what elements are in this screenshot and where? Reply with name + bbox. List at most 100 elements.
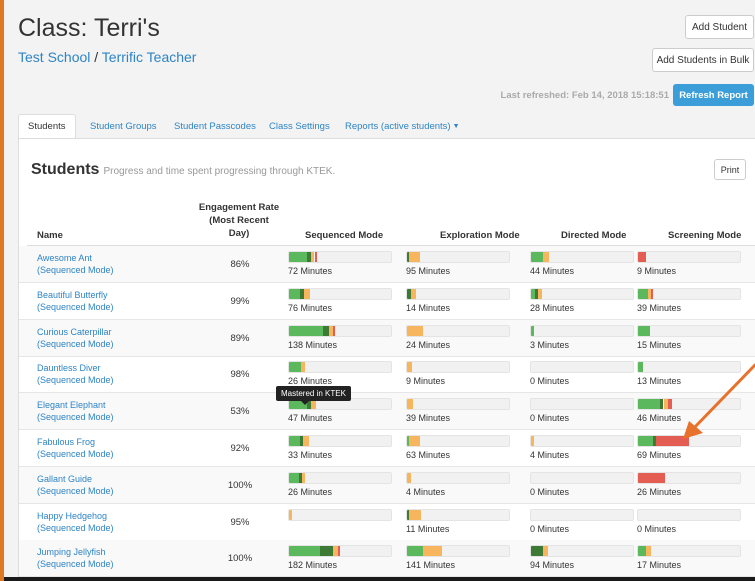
directed-progress-bar[interactable]	[530, 545, 634, 558]
tab-reports[interactable]: Reports (active students) ▼	[345, 114, 460, 139]
exploration-mode-cell: 11 Minutes	[406, 507, 510, 537]
bar-segment-orange	[411, 288, 417, 299]
directed-progress-bar[interactable]	[530, 287, 634, 300]
bar-segment-dark-green	[319, 546, 333, 557]
directed-minutes: 0 Minutes	[530, 376, 570, 387]
exploration-mode-cell: 9 Minutes	[406, 359, 510, 389]
tab-student-groups[interactable]: Student Groups	[90, 114, 157, 139]
directed-mode-cell: 0 Minutes	[530, 470, 634, 500]
add-student-button[interactable]: Add Student	[685, 15, 754, 39]
bar-segment-orange	[543, 252, 550, 262]
add-students-bulk-button[interactable]: Add Students in Bulk	[652, 48, 754, 72]
bar-segment-green	[289, 546, 320, 557]
exploration-progress-bar[interactable]	[406, 287, 510, 300]
student-name-link[interactable]: Fabulous Frog (Sequenced Mode)	[37, 436, 114, 460]
tab-students[interactable]: Students	[18, 114, 76, 139]
sequenced-mode-cell: 72 Minutes	[288, 249, 392, 279]
bar-segment-green	[638, 288, 649, 299]
directed-minutes: 0 Minutes	[530, 486, 570, 497]
sequenced-progress-bar[interactable]	[288, 471, 392, 484]
exploration-progress-bar[interactable]	[406, 508, 510, 521]
sequenced-progress-bar[interactable]	[288, 545, 392, 558]
refresh-report-button[interactable]: Refresh Report	[673, 84, 754, 106]
column-header-sequenced[interactable]: Sequenced Mode	[305, 230, 383, 241]
sequenced-progress-bar[interactable]	[288, 361, 392, 374]
column-header-directed[interactable]: Directed Mode	[561, 230, 626, 241]
student-name-link[interactable]: Dauntless Diver (Sequenced Mode)	[37, 362, 114, 386]
breadcrumb-separator: /	[90, 49, 102, 65]
screening-progress-bar[interactable]	[637, 251, 741, 263]
sequenced-progress-bar[interactable]	[288, 287, 392, 300]
bar-segment-green	[289, 288, 301, 299]
screening-mode-cell: 26 Minutes	[637, 470, 741, 500]
sequenced-minutes: 33 Minutes	[288, 450, 333, 460]
bar-segment-orange	[303, 436, 310, 446]
screening-progress-bar[interactable]	[637, 287, 741, 300]
bar-segment-orange	[407, 325, 424, 336]
sequenced-progress-bar[interactable]	[288, 251, 392, 263]
screening-minutes: 0 Minutes	[637, 523, 677, 534]
student-name-link[interactable]: Gallant Guide (Sequenced Mode)	[37, 473, 114, 497]
sequenced-minutes: 138 Minutes	[288, 339, 338, 350]
table-row: Fabulous Frog (Sequenced Mode) 92% 33 Minut…	[19, 430, 755, 467]
sequenced-progress-bar[interactable]	[288, 435, 392, 447]
directed-minutes: 44 Minutes	[530, 266, 575, 276]
engagement-header-line-1: Engagement Rate	[198, 202, 280, 213]
student-name-link[interactable]: Beautiful Butterfly (Sequenced Mode)	[37, 289, 114, 313]
panel-title-text: Students	[31, 161, 100, 178]
student-name-link[interactable]: Awesome Ant (Sequenced Mode)	[37, 252, 114, 276]
directed-progress-bar[interactable]	[530, 508, 634, 521]
exploration-progress-bar[interactable]	[406, 361, 510, 374]
exploration-progress-bar[interactable]	[406, 324, 510, 337]
sequenced-progress-bar[interactable]	[288, 324, 392, 337]
student-name-link[interactable]: Elegant Elephant (Sequenced Mode)	[37, 399, 114, 423]
engagement-rate: 86%	[230, 259, 250, 270]
school-link[interactable]: Test School	[18, 49, 90, 65]
directed-progress-bar[interactable]	[530, 251, 634, 263]
tab-class-settings[interactable]: Class Settings	[269, 114, 330, 139]
directed-progress-bar[interactable]	[530, 471, 634, 484]
directed-progress-bar[interactable]	[530, 435, 634, 447]
student-name-link[interactable]: Jumping Jellyfish (Sequenced Mode)	[37, 546, 114, 570]
column-header-engagement[interactable]: Engagement Rate (Most Recent Day)	[194, 201, 284, 240]
directed-progress-bar[interactable]	[530, 361, 634, 374]
page-title: Class: Terri's	[18, 14, 160, 42]
student-mode: (Sequenced Mode)	[37, 265, 114, 275]
directed-mode-cell: 0 Minutes	[530, 359, 634, 389]
exploration-progress-bar[interactable]	[406, 545, 510, 558]
exploration-progress-bar[interactable]	[406, 435, 510, 447]
sequenced-mode-cell: 138 Minutes	[288, 323, 392, 353]
screening-minutes: 69 Minutes	[637, 450, 682, 460]
student-name: Beautiful Butterfly	[37, 289, 108, 300]
exploration-mode-cell: 14 Minutes	[406, 286, 510, 316]
exploration-minutes: 141 Minutes	[406, 560, 456, 571]
bar-segment-green	[289, 472, 300, 483]
engagement-rate: 100%	[227, 479, 253, 491]
screening-minutes: 26 Minutes	[637, 486, 682, 497]
exploration-progress-bar[interactable]	[406, 398, 510, 411]
print-button[interactable]: Print	[714, 159, 746, 180]
directed-minutes: 3 Minutes	[530, 339, 570, 350]
exploration-progress-bar[interactable]	[406, 471, 510, 484]
teacher-link[interactable]: Terrific Teacher	[102, 49, 197, 65]
column-header-name[interactable]: Name	[37, 230, 63, 241]
sequenced-progress-bar[interactable]	[288, 508, 392, 521]
exploration-mode-cell: 39 Minutes	[406, 396, 510, 426]
column-header-screening[interactable]: Screening Mode	[668, 230, 741, 241]
screening-progress-bar[interactable]	[637, 545, 741, 558]
exploration-progress-bar[interactable]	[406, 251, 510, 263]
directed-progress-bar[interactable]	[530, 398, 634, 411]
tab-student-passcodes[interactable]: Student Passcodes	[174, 114, 256, 139]
screening-progress-bar[interactable]	[637, 324, 741, 337]
directed-progress-bar[interactable]	[530, 324, 634, 337]
screening-progress-bar[interactable]	[637, 471, 741, 484]
student-name: Dauntless Diver	[37, 363, 101, 374]
student-name-link[interactable]: Curious Caterpillar (Sequenced Mode)	[37, 326, 114, 350]
screening-minutes: 17 Minutes	[637, 560, 682, 571]
student-name-link[interactable]: Happy Hedgehog (Sequenced Mode)	[37, 510, 114, 534]
student-mode: (Sequenced Mode)	[37, 522, 114, 533]
sequenced-mode-cell: 76 Minutes	[288, 286, 392, 316]
bar-segment-orange	[409, 509, 422, 520]
column-header-exploration[interactable]: Exploration Mode	[440, 230, 520, 241]
screening-progress-bar[interactable]	[637, 508, 741, 521]
